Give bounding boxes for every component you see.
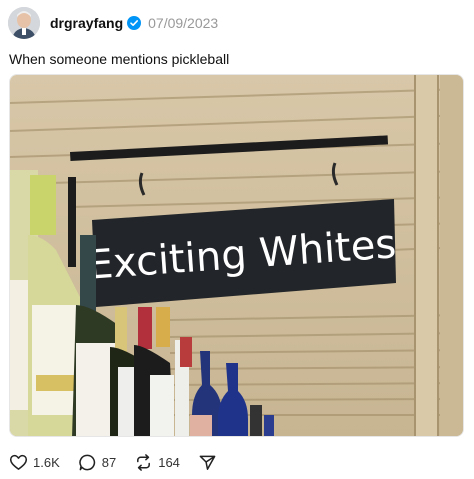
reply-icon [79,454,95,470]
share-icon [199,455,216,470]
action-bar: 1.6K 87 164 [9,452,235,472]
repost-icon [137,453,151,471]
heart-icon [9,454,28,470]
share-button[interactable] [198,453,217,472]
like-button[interactable]: 1.6K [9,453,60,472]
reply-button[interactable]: 87 [78,453,116,472]
like-count: 1.6K [33,454,60,470]
post-image[interactable]: Exciting Whites [9,74,464,437]
avatar[interactable] [8,7,40,39]
post-caption: When someone mentions pickleball [9,51,230,67]
post-date: 07/09/2023 [148,15,219,31]
verified-icon [127,16,142,30]
repost-count: 164 [158,454,180,470]
repost-button[interactable]: 164 [134,453,180,472]
post-header: drgrayfang 07/09/2023 [8,5,218,41]
reply-count: 87 [101,454,117,470]
username[interactable]: drgrayfang [50,15,123,31]
